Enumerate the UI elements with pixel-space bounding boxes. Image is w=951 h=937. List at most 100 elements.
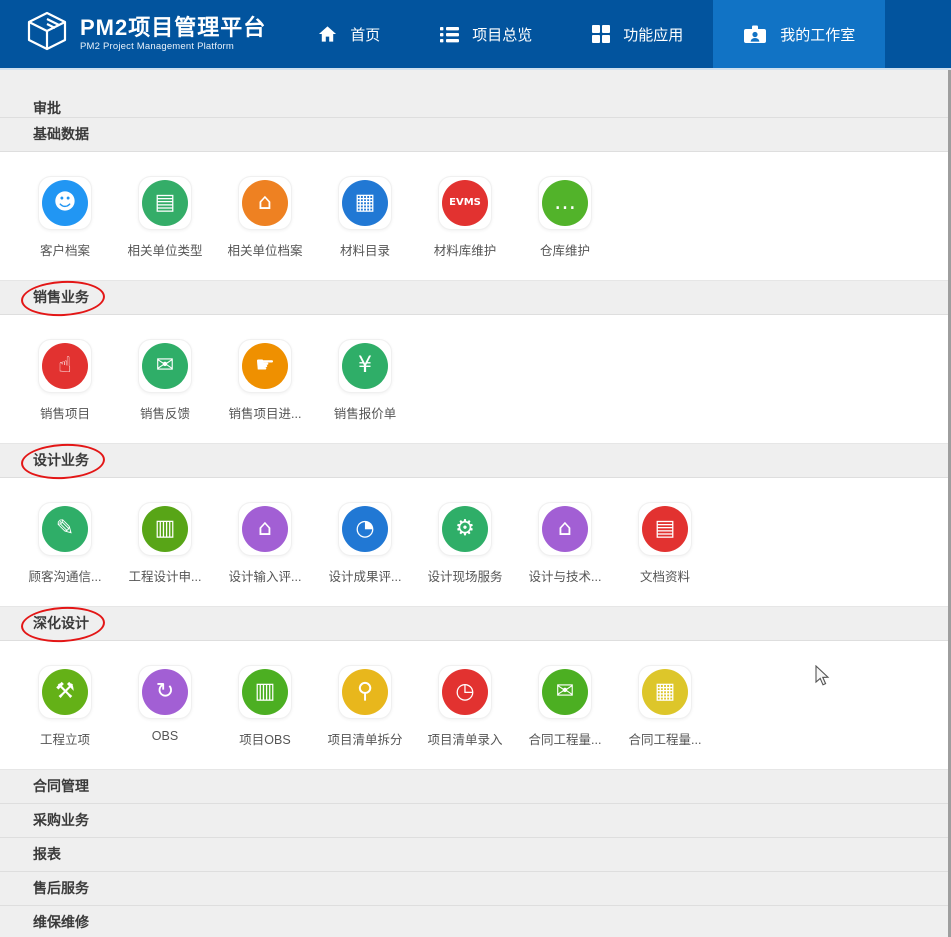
section-header-1[interactable]: 基础数据 (0, 118, 951, 152)
app-label: 合同工程量... (629, 729, 702, 748)
top-navbar: PM2项目管理平台 PM2 Project Management Platfor… (0, 0, 951, 70)
nav-item-label: 功能应用 (623, 24, 683, 45)
section-header-2[interactable]: 销售业务 (0, 281, 951, 315)
section-title: 维保维修 (33, 914, 89, 930)
app-item[interactable]: … 仓库维护 (515, 176, 615, 280)
app-tile: ↻ (138, 665, 192, 719)
engineering-design-apply-icon: ▥ (142, 506, 188, 552)
section-header-7[interactable]: 报表 (0, 838, 951, 872)
pm2-workspace-page: PM2项目管理平台 PM2 Project Management Platfor… (0, 0, 951, 937)
app-tile: ◔ (338, 502, 392, 556)
app-glyph: ▥ (255, 681, 276, 703)
app-tile: ▤ (638, 502, 692, 556)
section-header-9[interactable]: 维保维修 (0, 906, 951, 937)
app-item[interactable]: ⌂相关单位档案 (215, 176, 315, 280)
nav-item-label: 项目总览 (472, 24, 532, 45)
app-item[interactable]: ☻客户档案 (15, 176, 115, 280)
app-tile: ⌂ (238, 176, 292, 230)
nav-item-0[interactable]: 首页 (288, 0, 410, 68)
app-item[interactable]: ⌂设计与技术... (515, 502, 615, 606)
app-item[interactable]: ⌂设计输入评... (215, 502, 315, 606)
app-label: 项目清单录入 (427, 729, 502, 748)
project-list-split-icon: ⚲ (342, 669, 388, 715)
app-glyph: ▥ (155, 518, 176, 540)
section-title: 设计业务 (33, 452, 89, 468)
app-item[interactable]: ▥ 工程设计申... (115, 502, 215, 606)
nav-item-1[interactable]: 项目总览 (410, 0, 562, 68)
app-tile: ▥ (138, 502, 192, 556)
app-item[interactable]: ▤文档资料 (615, 502, 715, 606)
app-label: 项目OBS (239, 729, 290, 748)
app-item[interactable]: ⚒ 工程立项 (15, 665, 115, 769)
app-label: 相关单位类型 (127, 240, 202, 259)
app-item[interactable]: ✉ 销售反馈 (115, 339, 215, 443)
app-item[interactable]: ☛销售项目进... (215, 339, 315, 443)
app-item[interactable]: ¥销售报价单 (315, 339, 415, 443)
obs-icon: ↻ (142, 669, 188, 715)
related-unit-type-icon: ▤ (142, 180, 188, 226)
section-title: 审批 (33, 100, 61, 116)
app-tile: … (538, 176, 592, 230)
app-glyph: … (554, 192, 576, 214)
design-site-service-icon: ⚙ (442, 506, 488, 552)
app-item[interactable]: ↻ OBS (115, 665, 215, 769)
app-label: 设计成果评... (329, 566, 402, 585)
app-item[interactable]: ◔ 设计成果评... (315, 502, 415, 606)
app-item[interactable]: ✉合同工程量... (515, 665, 615, 769)
list-icon (440, 26, 459, 43)
project-list-entry-icon: ◷ (442, 669, 488, 715)
warehouse-maintain-icon: … (542, 180, 588, 226)
app-tile: ⌂ (238, 502, 292, 556)
section-header-0[interactable]: 审批 (0, 70, 951, 118)
app-glyph: ☝ (58, 355, 71, 377)
app-item[interactable]: ⚲项目清单拆分 (315, 665, 415, 769)
design-input-review-icon: ⌂ (242, 506, 288, 552)
app-label: 工程设计申... (129, 566, 202, 585)
section-title: 采购业务 (33, 812, 89, 828)
app-label: 销售反馈 (140, 403, 190, 422)
app-tile: ¥ (338, 339, 392, 393)
app-label: 设计现场服务 (427, 566, 502, 585)
grid-icon (592, 25, 610, 43)
nav-item-label: 首页 (350, 24, 380, 45)
nav-item-3[interactable]: 我的工作室 (713, 0, 885, 68)
section-header-8[interactable]: 售后服务 (0, 872, 951, 906)
contract-quantity-green-icon: ✉ (542, 669, 588, 715)
section-panel-2: ☝销售项目 ✉ 销售反馈 ☛销售项目进...¥销售报价单 (0, 315, 951, 444)
app-label: 设计与技术... (529, 566, 602, 585)
app-logo[interactable]: PM2项目管理平台 PM2 Project Management Platfor… (0, 0, 266, 68)
app-tile: ⚲ (338, 665, 392, 719)
app-tile: ☛ (238, 339, 292, 393)
app-item[interactable]: ⚙ 设计现场服务 (415, 502, 515, 606)
app-item[interactable]: ▦ 合同工程量... (615, 665, 715, 769)
sales-feedback-icon: ✉ (142, 343, 188, 389)
app-glyph: ▤ (155, 192, 176, 214)
app-tile: ✉ (538, 665, 592, 719)
app-item[interactable]: ▥ 项目OBS (215, 665, 315, 769)
app-tile: ▥ (238, 665, 292, 719)
sales-quotation-icon: ¥ (342, 343, 388, 389)
workspace-icon (743, 24, 767, 44)
section-panel-4: ⚒ 工程立项 ↻ OBS ▥ 项目OBS ⚲项目清单拆分 ◷ 项目清单录入 ✉合同工程量... ▦ 合… (0, 641, 951, 770)
app-item[interactable]: ◷ 项目清单录入 (415, 665, 515, 769)
app-item[interactable]: ☝销售项目 (15, 339, 115, 443)
app-item[interactable]: ✎顾客沟通信... (15, 502, 115, 606)
section-header-5[interactable]: 合同管理 (0, 770, 951, 804)
section-header-3[interactable]: 设计业务 (0, 444, 951, 478)
app-item[interactable]: ▤ 相关单位类型 (115, 176, 215, 280)
section-header-4[interactable]: 深化设计 (0, 607, 951, 641)
app-tile: ◷ (438, 665, 492, 719)
nav-item-2[interactable]: 功能应用 (562, 0, 713, 68)
app-label: OBS (152, 729, 178, 743)
section-header-6[interactable]: 采购业务 (0, 804, 951, 838)
app-label: 顾客沟通信... (29, 566, 102, 585)
app-tile: ⚒ (38, 665, 92, 719)
app-tile: ▦ (638, 665, 692, 719)
section-title: 售后服务 (33, 880, 89, 896)
app-label: 工程立项 (40, 729, 90, 748)
app-label: 仓库维护 (540, 240, 590, 259)
app-item[interactable]: EVMS材料库维护 (415, 176, 515, 280)
app-item[interactable]: ▦材料目录 (315, 176, 415, 280)
app-glyph: ↻ (156, 681, 174, 703)
sales-progress-icon: ☛ (242, 343, 288, 389)
